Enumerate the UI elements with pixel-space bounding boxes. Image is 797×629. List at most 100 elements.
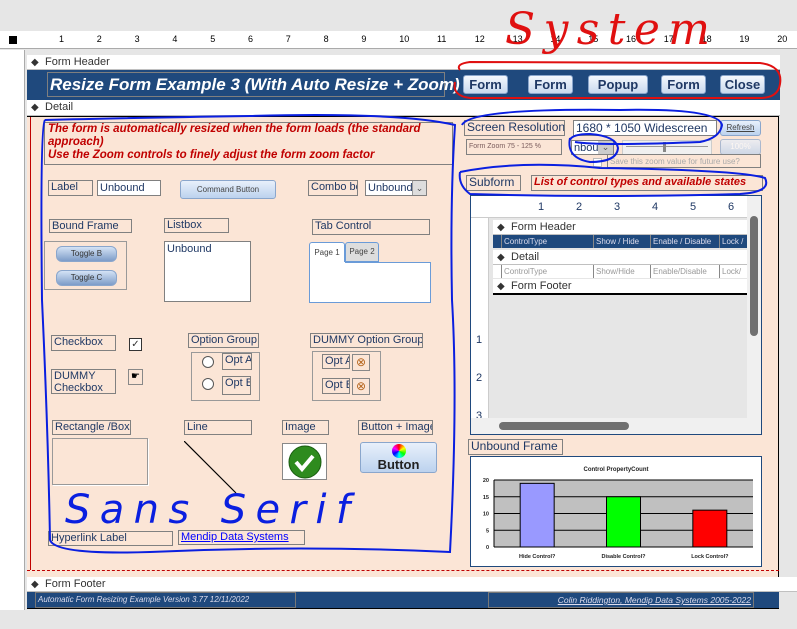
- screen-resolution-textbox[interactable]: 1680 * 1050 Widescreen: [573, 120, 717, 136]
- y-tick-label: 20: [483, 478, 489, 484]
- option-a-radio[interactable]: [202, 356, 214, 368]
- listbox[interactable]: Unbound: [164, 241, 251, 302]
- y-tick-label: 15: [483, 495, 489, 501]
- subform-footer-bar: ◆ Form Footer: [493, 279, 747, 295]
- unbound-frame-label: Unbound Frame: [468, 439, 563, 455]
- rectangle-box: [52, 438, 148, 485]
- subform-detail-row: ControlType Show/Hide Enable/Disable Lock/: [493, 265, 747, 278]
- x-tick-label: Lock Control?: [691, 554, 729, 560]
- ruler-number: 18: [701, 34, 712, 44]
- bar-chart: Control PropertyCount 0 5 10 15 20 Hide Contro…: [483, 467, 753, 560]
- footer-version: Automatic Form Resizing Example Version …: [35, 592, 296, 608]
- popup-button[interactable]: Popup: [588, 75, 648, 94]
- chevron-down-icon[interactable]: ⌄: [598, 141, 613, 154]
- tab-body-top: [345, 262, 431, 263]
- ruler-number: 20: [777, 34, 788, 44]
- subform-ruler-number: 2: [576, 201, 583, 213]
- hyperlink-label: Hyperlink Label: [48, 531, 173, 546]
- ruler-number: 4: [172, 34, 178, 44]
- toggle-b-button[interactable]: Toggle B: [56, 246, 117, 262]
- y-tick-label: 5: [486, 528, 489, 534]
- zoom-100-button[interactable]: 100%: [720, 139, 761, 155]
- unbound-textbox[interactable]: Unbound: [97, 180, 161, 196]
- close-button[interactable]: Close: [720, 75, 765, 94]
- form-button-1[interactable]: Form: [463, 75, 508, 94]
- line-control: [184, 441, 237, 494]
- dummy-checkbox-label: DUMMY Checkbox: [51, 369, 116, 394]
- subform-column-field: Lock/: [719, 265, 741, 278]
- button-image-label: Button + Image: [358, 420, 433, 435]
- ruler-number: 13: [512, 34, 523, 44]
- top-ruler: 1 2 3 4 5 6 7 8 9 10 11 12 13 14 15 16 17 18 19 20: [0, 31, 797, 49]
- x-circle-icon[interactable]: ⊗: [352, 378, 370, 395]
- subform-column-field: ControlType: [501, 265, 547, 278]
- pointing-hand-icon[interactable]: ☛: [128, 369, 143, 385]
- x-circle-icon[interactable]: ⊗: [352, 354, 370, 371]
- form-zoom-label: Form Zoom 75 - 125 %: [466, 139, 562, 155]
- checkbox-label: Checkbox: [51, 335, 116, 351]
- x-tick-label: Hide Control?: [519, 554, 556, 560]
- screen-resolution-label: Screen Resolution /: [464, 120, 565, 136]
- ruler-number: 14: [550, 34, 561, 44]
- ruler-number: 15: [588, 34, 599, 44]
- ruler-number: 12: [474, 34, 485, 44]
- ruler-number: 2: [96, 34, 102, 44]
- subform-column-field: Show/Hide: [593, 265, 635, 278]
- ruler-corner[interactable]: [9, 36, 17, 44]
- ruler-number: 17: [663, 34, 674, 44]
- subform-header-bar: ◆ Form Header: [493, 220, 747, 235]
- subform-column-header: Show / Hide: [593, 235, 639, 248]
- zoom-slider[interactable]: [622, 140, 712, 155]
- green-check-icon: [288, 445, 322, 479]
- y-tick-label: 0: [486, 545, 489, 551]
- footer-copyright: Colin Riddington, Mendip Data Systems 20…: [488, 592, 754, 608]
- detail-section-bar[interactable]: ◆ Detail: [27, 100, 780, 116]
- ruler-number: 16: [626, 34, 637, 44]
- section-arrow-icon: ◆: [31, 102, 39, 113]
- left-ruler: [0, 50, 25, 610]
- checkbox[interactable]: ✓: [129, 338, 142, 351]
- dummy-opt-b-label: Opt B: [322, 378, 350, 394]
- option-group-label: Option Group: [188, 333, 259, 348]
- command-button[interactable]: Command Button: [180, 180, 276, 199]
- save-zoom-checkbox[interactable]: [593, 158, 602, 167]
- subform-label: Subform: [466, 175, 521, 191]
- section-label: Form Header: [511, 221, 576, 233]
- tab-page-1[interactable]: Page 1: [309, 242, 345, 263]
- subform-column-header: Lock /: [719, 235, 743, 248]
- chevron-down-icon[interactable]: ⌄: [412, 181, 426, 195]
- subform-vruler-number: 2: [476, 372, 483, 384]
- form-footer-section-bar[interactable]: ◆ Form Footer: [27, 577, 797, 592]
- dummy-opt-a-label: Opt A: [322, 354, 350, 369]
- save-zoom-label: Save this zoom value for future use?: [607, 154, 761, 168]
- zoom-combo-value: nbou: [574, 142, 599, 154]
- hyperlink-text[interactable]: Mendip Data Systems: [181, 531, 289, 543]
- tab-page-2[interactable]: Page 2: [345, 242, 379, 262]
- tab-body: [309, 262, 431, 303]
- subform-column-header: Enable / Disable: [650, 235, 711, 248]
- option-b-radio[interactable]: [202, 378, 214, 390]
- subform-control[interactable]: 1 2 3 4 5 6 1 2 3 ◆ Form Header ControlType Show …: [470, 195, 762, 435]
- subform-column-field: Enable/Disable: [650, 265, 707, 278]
- vertical-scrollbar[interactable]: [747, 196, 761, 418]
- image-button-caption: Button: [377, 457, 420, 472]
- ruler-number: 7: [285, 34, 291, 44]
- image-control: [282, 443, 327, 480]
- image-button[interactable]: Button: [360, 442, 437, 473]
- horizontal-scrollbar[interactable]: [471, 418, 761, 434]
- bar-0: [519, 482, 555, 548]
- subform-title: List of control types and available stat…: [531, 175, 763, 191]
- refresh-button[interactable]: Refresh: [720, 120, 761, 136]
- subform-column-header: ControlType: [501, 235, 547, 248]
- toggle-c-button[interactable]: Toggle C: [56, 270, 117, 286]
- slider-thumb[interactable]: [663, 142, 667, 152]
- subform-ruler-number: 3: [614, 201, 621, 213]
- section-arrow-icon: ◆: [31, 579, 39, 590]
- hyperlink[interactable]: Mendip Data Systems: [178, 530, 305, 545]
- subform-header-row: ControlType Show / Hide Enable / Disable Lo…: [493, 235, 747, 248]
- form-header-section-bar[interactable]: ◆ Form Header: [27, 55, 780, 70]
- ruler-number: 1: [59, 34, 65, 44]
- form-button-2[interactable]: Form: [528, 75, 573, 94]
- form-button-3[interactable]: Form: [661, 75, 706, 94]
- section-label: Form Header: [45, 56, 110, 68]
